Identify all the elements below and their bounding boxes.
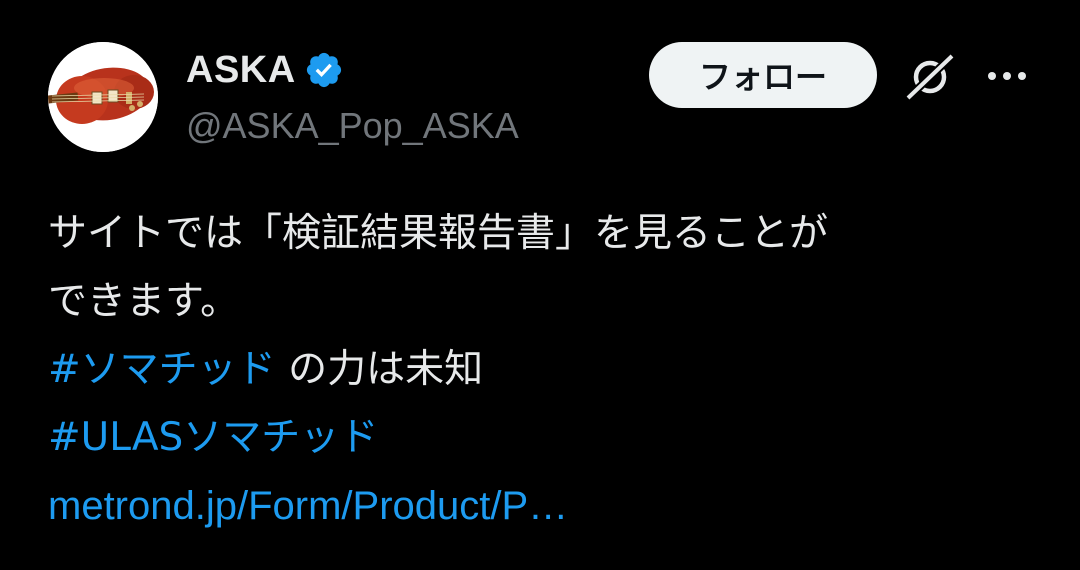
product-link[interactable]: metrond.jp/Form/Product/P… bbox=[48, 484, 568, 528]
tweet-card: ASKA @ASKA_Pop_ASKA フォロー サイトでは「検証結果報告書」を… bbox=[0, 0, 1080, 570]
author-name-row: ASKA bbox=[186, 48, 344, 92]
tweet-line-1: サイトでは「検証結果報告書」を見ることが bbox=[48, 211, 829, 256]
follow-button[interactable]: フォロー bbox=[649, 42, 877, 108]
more-dots-icon[interactable] bbox=[984, 58, 1030, 94]
hashtag-somatid[interactable]: #ソマチッド bbox=[48, 347, 276, 392]
violin-bass-image bbox=[48, 42, 158, 152]
verified-badge-icon bbox=[304, 50, 344, 90]
tweet-line-4: #ULASソマチッド bbox=[48, 404, 1048, 472]
display-name[interactable]: ASKA bbox=[186, 49, 296, 92]
author-handle[interactable]: @ASKA_Pop_ASKA bbox=[186, 105, 519, 147]
tweet-line-3-text: の力は未知 bbox=[275, 347, 484, 392]
avatar[interactable] bbox=[48, 42, 158, 152]
tweet-line-5: metrond.jp/Form/Product/P… bbox=[48, 472, 1048, 540]
grok-icon[interactable] bbox=[902, 52, 958, 102]
tweet-text: サイトでは「検証結果報告書」を見ることが できます。 #ソマチッド の力は未知 … bbox=[48, 200, 1048, 540]
tweet-line-3: #ソマチッド の力は未知 bbox=[48, 336, 1048, 404]
tweet-line-2: できます。 bbox=[48, 279, 240, 324]
hashtag-ulas-somatid[interactable]: #ULASソマチッド bbox=[48, 415, 378, 460]
